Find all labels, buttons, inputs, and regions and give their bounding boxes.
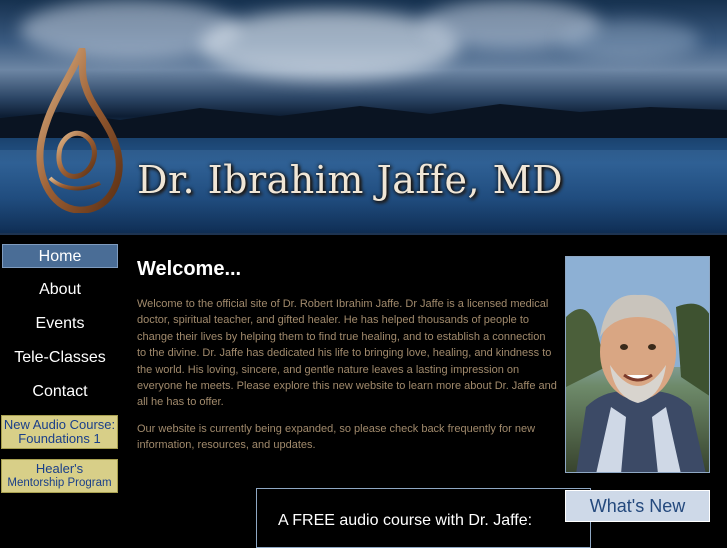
promo-line: Healer's bbox=[35, 461, 84, 476]
promo-audio-course-button[interactable]: New Audio Course: Foundations 1 bbox=[1, 415, 118, 449]
nav-item-events[interactable]: Events bbox=[2, 312, 118, 336]
welcome-paragraph: Welcome to the official site of Dr. Robe… bbox=[137, 298, 557, 409]
portrait-image-icon bbox=[566, 257, 709, 472]
promo-line: Mentorship Program bbox=[7, 477, 112, 489]
nav-item-contact[interactable]: Contact bbox=[2, 380, 118, 404]
main-content: Welcome... Welcome to the official site … bbox=[137, 256, 557, 464]
nav-item-about[interactable]: About bbox=[2, 278, 118, 302]
promo-mentorship-button[interactable]: Healer's Mentorship Program bbox=[1, 459, 118, 493]
update-paragraph: Our website is currently being expanded,… bbox=[137, 422, 536, 452]
portrait-photo bbox=[565, 256, 710, 473]
page-title: Welcome... bbox=[137, 258, 242, 280]
banner-cloud bbox=[560, 20, 700, 60]
whats-new-button[interactable]: What's New bbox=[565, 490, 710, 522]
header-banner: Dr. Ibrahim Jaffe, MD bbox=[0, 0, 727, 233]
calligraphy-logo-icon bbox=[36, 48, 123, 213]
promo-line: New Audio Course: bbox=[3, 417, 116, 432]
promo-line: Foundations 1 bbox=[18, 431, 101, 446]
banner-divider bbox=[0, 233, 727, 235]
audio-course-heading: A FREE audio course with Dr. Jaffe: bbox=[278, 512, 533, 529]
nav-item-tele-classes[interactable]: Tele-Classes bbox=[2, 346, 118, 370]
site-title: Dr. Ibrahim Jaffe, MD bbox=[137, 158, 564, 202]
nav-item-home[interactable]: Home bbox=[2, 244, 118, 268]
